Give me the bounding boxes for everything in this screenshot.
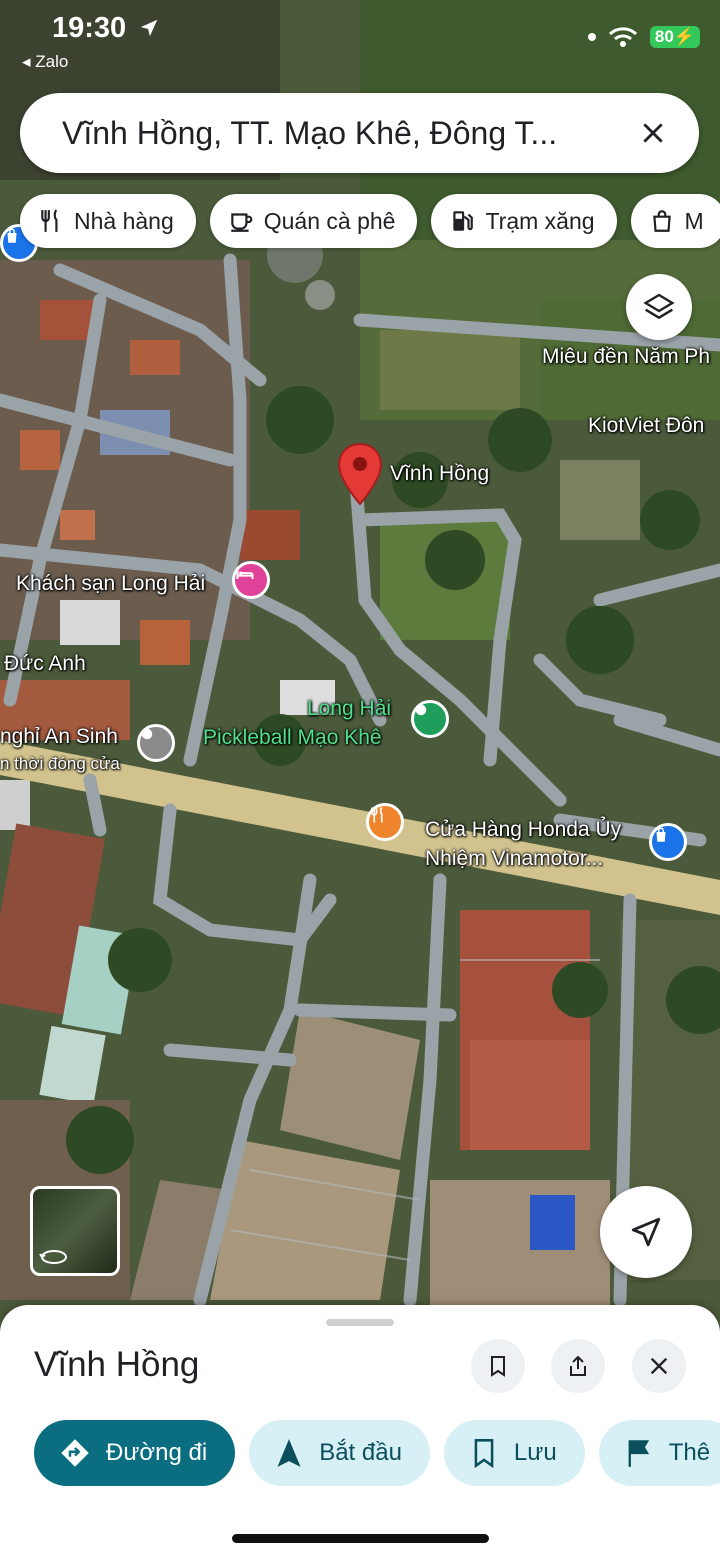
chip-shopping[interactable]: M	[630, 194, 720, 248]
restaurant-marker[interactable]	[366, 803, 404, 841]
chip-coffee[interactable]: Quán cà phê	[209, 194, 418, 248]
chip-label: Nhà hàng	[74, 207, 174, 234]
chip-label: Quán cà phê	[263, 207, 396, 234]
rotate-360-icon	[39, 1250, 67, 1264]
action-label: Đường đi	[106, 1439, 208, 1466]
flag-icon	[628, 1440, 649, 1467]
share-icon	[570, 1355, 586, 1376]
map-layers-button[interactable]	[626, 274, 692, 340]
save-button[interactable]: Lưu	[443, 1420, 585, 1486]
search-input[interactable]: Vĩnh Hồng, TT. Mạo Khê, Đông T...	[62, 115, 633, 152]
map-label-duc-anh[interactable]: Đức Anh	[4, 652, 86, 676]
layers-icon	[643, 293, 675, 320]
back-to-zalo[interactable]: ◂ Zalo	[22, 52, 68, 72]
map-label-nghi-an-sinh[interactable]: nghỉ An Sinh	[0, 725, 118, 749]
clear-search-button[interactable]	[633, 113, 673, 153]
sheet-drag-handle[interactable]	[326, 1319, 394, 1326]
street-view-thumbnail[interactable]	[30, 1186, 120, 1276]
charging-bolt-icon: ⚡	[673, 27, 695, 46]
location-arrow-icon	[140, 19, 158, 37]
chip-label: Trạm xăng	[485, 207, 595, 234]
add-label-button[interactable]: Thê	[598, 1420, 720, 1486]
bookmark-icon	[491, 1356, 505, 1377]
dot-icon	[415, 704, 427, 716]
directions-icon	[61, 1439, 89, 1467]
chip-restaurants[interactable]: Nhà hàng	[20, 194, 196, 248]
category-chips: Nhà hàng Quán cà phê Trạm xăng M	[20, 194, 720, 248]
shopping-bag-icon	[656, 827, 666, 842]
start-navigation-button[interactable]: Bắt đầu	[249, 1420, 430, 1486]
closed-place-marker[interactable]	[137, 724, 175, 762]
map-label-closed-status: n thời đóng cửa	[0, 754, 120, 773]
action-label: Bắt đầu	[319, 1439, 402, 1466]
close-icon	[643, 123, 663, 143]
map-label-mieu-den[interactable]: Miêu đền Năm Ph	[542, 345, 710, 369]
my-location-button[interactable]	[600, 1186, 692, 1278]
gas-pump-icon	[453, 211, 474, 231]
map-label-honda-line1[interactable]: Cửa Hàng Honda Ủy	[425, 818, 621, 842]
place-title: Vĩnh Hồng	[34, 1345, 200, 1384]
bed-icon	[236, 569, 254, 579]
bookmark-icon	[474, 1439, 494, 1468]
coffee-cup-icon	[231, 213, 253, 232]
close-icon	[650, 1357, 668, 1375]
save-bookmark-button[interactable]	[471, 1339, 525, 1393]
place-bottom-sheet[interactable]: Vĩnh Hồng Đường đi Bắt đầu Lưu Thê	[0, 1305, 720, 1557]
battery-indicator: 80⚡	[649, 26, 700, 48]
fork-knife-icon	[41, 209, 58, 232]
shopping-bag-icon	[7, 228, 17, 243]
park-marker[interactable]	[411, 700, 449, 738]
directions-button[interactable]: Đường đi	[34, 1420, 236, 1486]
status-indicators: 80⚡	[587, 26, 700, 48]
map-label-pickleball[interactable]: Pickleball Mạo Khê	[203, 726, 382, 750]
wifi-icon	[608, 27, 637, 47]
navigation-arrow-icon	[277, 1439, 301, 1467]
close-sheet-button[interactable]	[632, 1339, 686, 1393]
map-label-long-hai[interactable]: Long Hải	[307, 697, 391, 721]
map-label-kiotviet[interactable]: KiotViet Đôn	[588, 414, 704, 438]
honda-shop-marker[interactable]	[649, 823, 687, 861]
map-label-khach-san[interactable]: Khách sạn Long Hải	[16, 572, 205, 596]
place-actions: Đường đi Bắt đầu Lưu Thê	[34, 1420, 720, 1486]
search-bar[interactable]: Vĩnh Hồng, TT. Mạo Khê, Đông T...	[20, 93, 699, 173]
fork-knife-icon	[371, 806, 383, 823]
navigation-arrow-icon	[631, 1217, 661, 1247]
shopping-bag-icon	[652, 210, 671, 232]
dot-icon	[141, 728, 153, 740]
status-time: 19:30	[52, 12, 160, 45]
chip-label: M	[684, 207, 704, 234]
home-indicator	[232, 1534, 489, 1543]
action-label: Thê	[668, 1439, 711, 1466]
signal-dot-icon	[587, 33, 596, 41]
chip-gas-station[interactable]: Trạm xăng	[431, 194, 617, 248]
map-label-honda-line2[interactable]: Nhiệm Vinamotor...	[425, 847, 603, 871]
red-location-pin-icon[interactable]	[336, 442, 384, 506]
share-button[interactable]	[551, 1339, 605, 1393]
map-label-vinh-hong[interactable]: Vĩnh Hồng	[390, 462, 489, 486]
hotel-marker[interactable]	[232, 561, 270, 599]
action-label: Lưu	[513, 1439, 557, 1466]
